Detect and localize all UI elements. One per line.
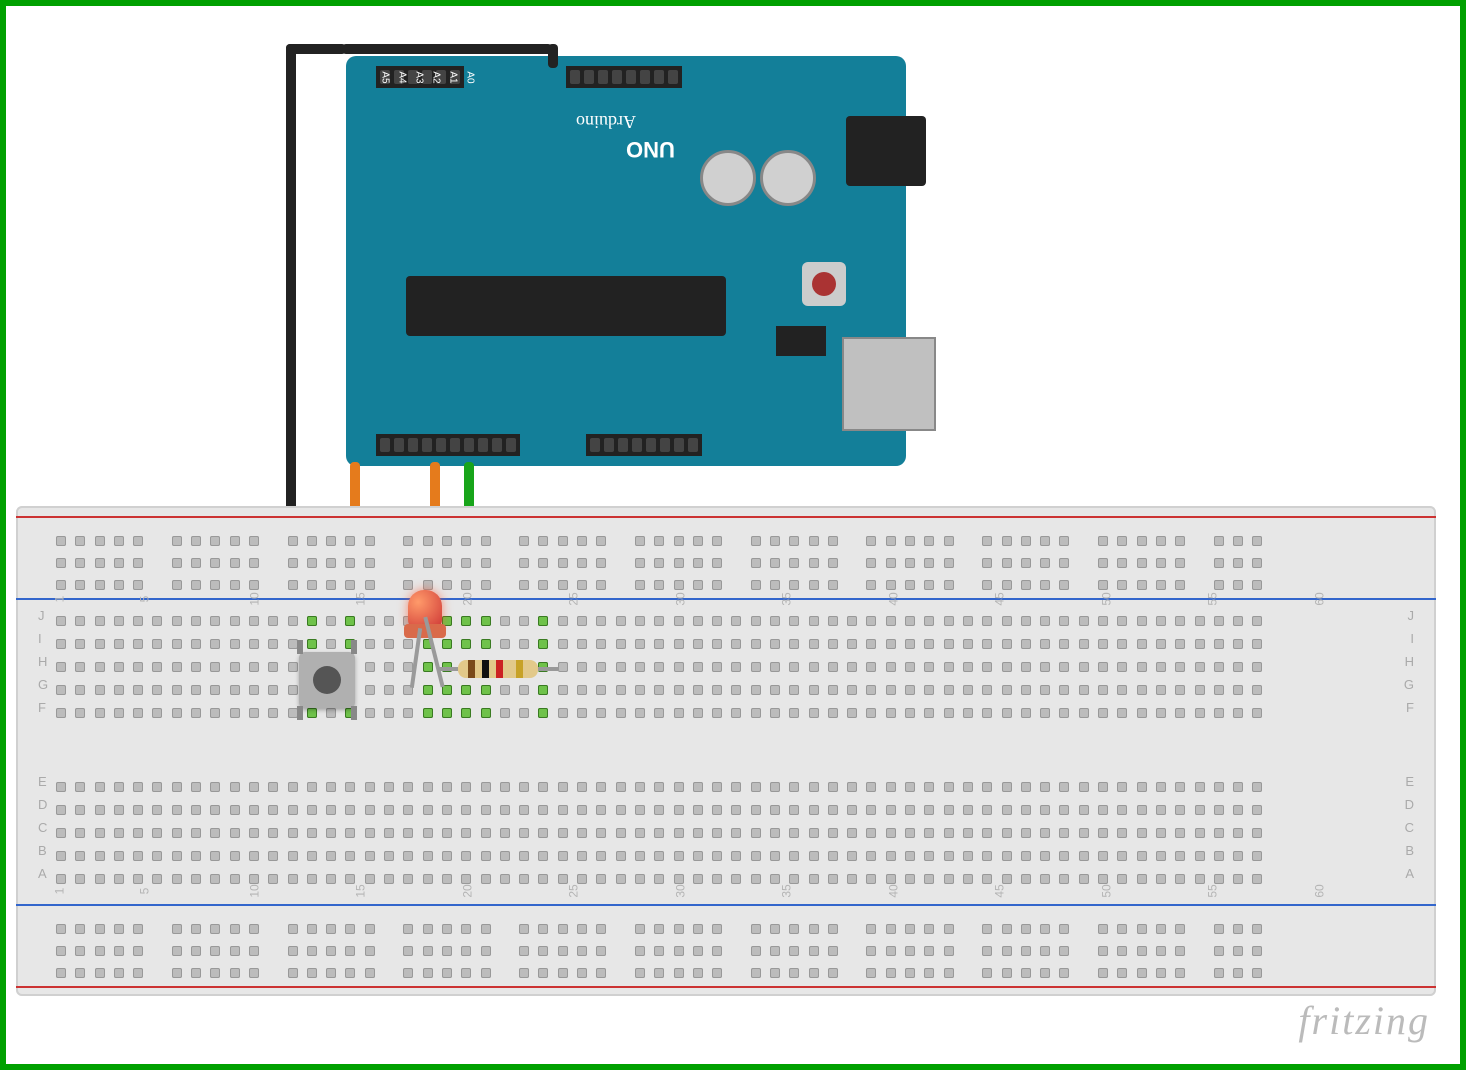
col-number: 15 — [354, 592, 368, 605]
fritzing-diagram: UNO Arduino A5 A4 A3 A2 A1 A0 J I H G F … — [0, 0, 1466, 1070]
digital-header-right — [376, 434, 520, 456]
col-number: 30 — [673, 884, 687, 897]
col-number: 55 — [1206, 884, 1220, 897]
pin-label: A3 — [414, 71, 425, 83]
atmega-chip-icon — [406, 276, 726, 336]
board-brand-label: Arduino — [576, 111, 636, 132]
row-label: F — [38, 700, 46, 715]
col-number: 20 — [460, 592, 474, 605]
col-number: 15 — [354, 884, 368, 897]
row-label: C — [38, 820, 47, 835]
col-number: 25 — [567, 884, 581, 897]
icsp-header-icon — [776, 326, 826, 356]
pin-label: A4 — [397, 71, 408, 83]
row-label: E — [38, 774, 47, 789]
digital-header-left — [586, 434, 702, 456]
resistor-1k — [458, 660, 538, 678]
wire-black-gnd — [342, 44, 552, 54]
row-label: B — [38, 843, 47, 858]
arduino-uno-board: UNO Arduino — [346, 56, 906, 466]
col-number: 10 — [247, 884, 261, 897]
row-label: A — [1405, 866, 1414, 881]
row-label: J — [38, 608, 45, 623]
reset-button[interactable] — [802, 262, 846, 306]
capacitor-icon — [760, 150, 816, 206]
row-label: G — [1404, 677, 1414, 692]
power-header — [566, 66, 682, 88]
board-model-label: UNO — [626, 136, 675, 162]
led-red — [408, 590, 442, 630]
row-label: I — [38, 631, 42, 646]
row-label: I — [1410, 631, 1414, 646]
pin-label: A2 — [431, 71, 442, 83]
col-number: 50 — [1099, 884, 1113, 897]
dc-jack-icon — [846, 116, 926, 186]
row-label: E — [1405, 774, 1414, 789]
breadboard: J I H G F E D C B A J I H G F E D C B A … — [16, 506, 1436, 996]
col-number: 60 — [1312, 884, 1326, 897]
col-number: 45 — [993, 592, 1007, 605]
push-button[interactable] — [299, 652, 355, 708]
fritzing-watermark: fritzing — [1298, 997, 1430, 1044]
col-number: 1 — [52, 596, 66, 603]
col-number: 55 — [1206, 592, 1220, 605]
row-label: D — [1405, 797, 1414, 812]
row-label: G — [38, 677, 48, 692]
row-label: H — [1405, 654, 1414, 669]
col-number: 35 — [780, 884, 794, 897]
col-number: 5 — [138, 888, 152, 895]
row-label: C — [1405, 820, 1414, 835]
wire-black-gnd — [548, 44, 558, 68]
row-label: F — [1406, 700, 1414, 715]
col-number: 1 — [52, 888, 66, 895]
row-label: A — [38, 866, 47, 881]
pin-label: A5 — [380, 71, 391, 83]
col-number: 25 — [567, 592, 581, 605]
row-label: H — [38, 654, 47, 669]
row-label: B — [1405, 843, 1414, 858]
tie-point-grid — [56, 516, 1396, 986]
col-number: 50 — [1099, 592, 1113, 605]
col-number: 10 — [247, 592, 261, 605]
col-number: 35 — [780, 592, 794, 605]
col-number: 60 — [1312, 592, 1326, 605]
pin-label: A0 — [465, 71, 476, 83]
capacitor-icon — [700, 150, 756, 206]
col-number: 40 — [886, 884, 900, 897]
col-number: 20 — [460, 884, 474, 897]
col-number: 30 — [673, 592, 687, 605]
col-number: 5 — [138, 596, 152, 603]
col-number: 45 — [993, 884, 1007, 897]
usb-port-icon — [842, 337, 936, 431]
row-label: D — [38, 797, 47, 812]
col-number: 40 — [886, 592, 900, 605]
row-label: J — [1408, 608, 1415, 623]
pin-label: A1 — [448, 71, 459, 83]
